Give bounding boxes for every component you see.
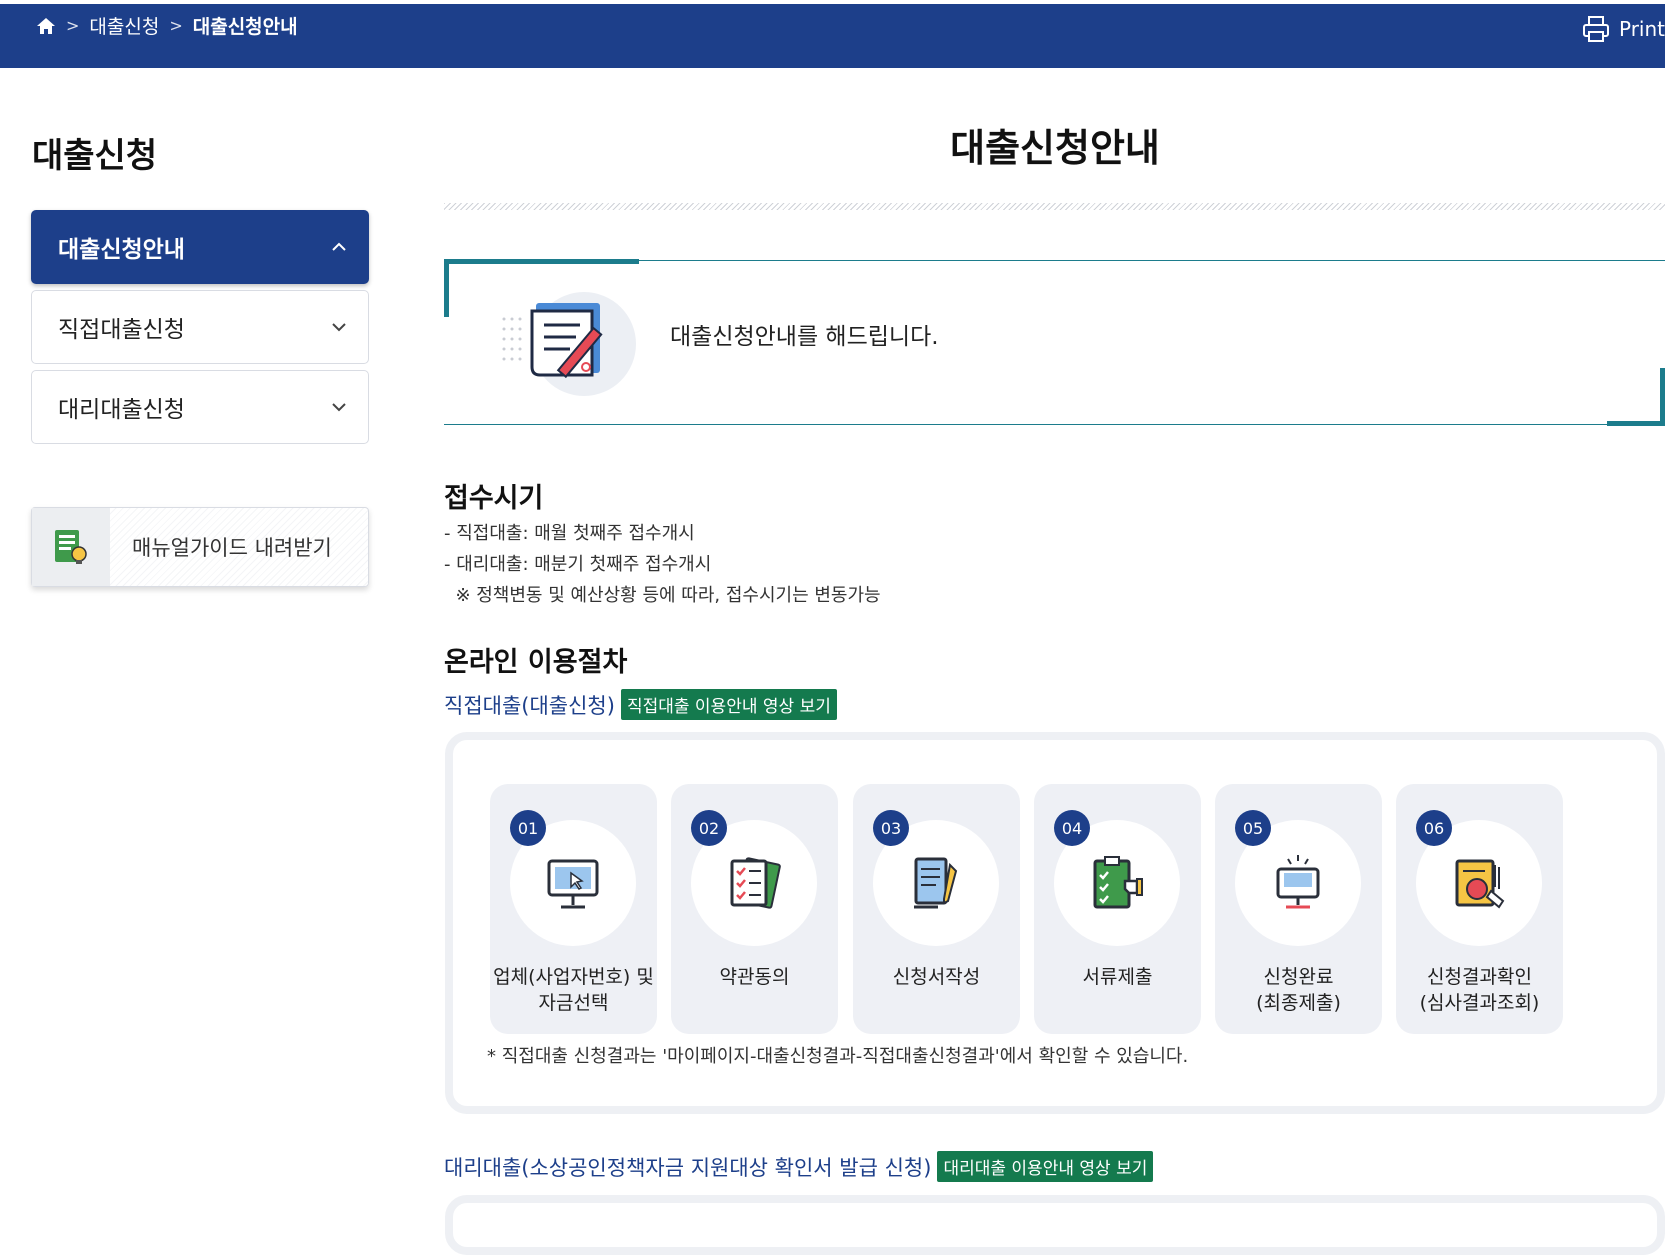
title-divider bbox=[444, 203, 1665, 210]
step-card: 06 신청결과확인 (심사결과조회) bbox=[1396, 784, 1563, 1034]
write-application-icon bbox=[914, 857, 958, 909]
sidebar-title: 대출신청 bbox=[32, 136, 158, 176]
manual-download-button[interactable]: 매뉴얼가이드 내려받기 bbox=[31, 507, 369, 587]
result-check-icon bbox=[1455, 859, 1505, 909]
intro-banner: 대출신청안내를 해드립니다. bbox=[444, 259, 1665, 426]
printer-icon bbox=[1582, 16, 1609, 42]
direct-loan-title: 직접대출(대출신청) bbox=[444, 693, 615, 718]
step-card: 04 서류제출 bbox=[1034, 784, 1201, 1034]
banner-corner bbox=[1660, 368, 1665, 426]
breadcrumb-current[interactable]: 대출신청안내 bbox=[193, 12, 298, 39]
top-bar: > 대출신청 > 대출신청안내 Print bbox=[0, 4, 1665, 68]
chevron-down-icon bbox=[332, 403, 346, 412]
step-label: 업체(사업자번호) 및 자금선택 bbox=[493, 966, 654, 1014]
intro-text: 대출신청안내를 해드립니다. bbox=[670, 324, 939, 350]
sidebar-item-direct-loan[interactable]: 직접대출신청 bbox=[31, 290, 369, 364]
direct-loan-header: 직접대출(대출신청) 직접대출 이용안내 영상 보기 bbox=[444, 689, 837, 720]
procedure-heading: 온라인 이용절차 bbox=[444, 647, 628, 678]
breadcrumb: > 대출신청 > 대출신청안내 bbox=[36, 12, 298, 39]
agent-loan-steps bbox=[445, 1195, 1665, 1255]
sidebar-item-loan-guide[interactable]: 대출신청안내 bbox=[31, 210, 369, 284]
step-number: 03 bbox=[873, 810, 909, 846]
breadcrumb-level1[interactable]: 대출신청 bbox=[89, 12, 159, 39]
step-label: 신청결과확인 (심사결과조회) bbox=[1419, 966, 1540, 1014]
computer-select-icon bbox=[547, 859, 599, 909]
reception-info: - 직접대출: 매월 첫째주 접수개시 - 대리대출: 매분기 첫째주 접수개시… bbox=[444, 518, 881, 611]
step-card: 01 업체(사업자번호) 및 자금선택 bbox=[490, 784, 657, 1034]
step-number: 02 bbox=[691, 810, 727, 846]
step-card: 03 신청서작성 bbox=[853, 784, 1020, 1034]
breadcrumb-separator: > bbox=[169, 16, 183, 35]
step-label: 신청완료 (최종제출) bbox=[1256, 966, 1341, 1014]
step-label: 약관동의 bbox=[719, 966, 790, 988]
print-button[interactable]: Print bbox=[1581, 14, 1665, 44]
breadcrumb-separator: > bbox=[66, 16, 80, 35]
step-card: 05 신청완료 (최종제출) bbox=[1215, 784, 1382, 1034]
application-complete-icon bbox=[1276, 855, 1320, 909]
manual-download-label: 매뉴얼가이드 내려받기 bbox=[132, 536, 332, 560]
sidebar-item-label: 대리대출신청 bbox=[58, 397, 185, 423]
application-document-icon bbox=[502, 292, 636, 396]
step-number: 05 bbox=[1235, 810, 1271, 846]
reception-line: - 대리대출: 매분기 첫째주 접수개시 bbox=[444, 554, 712, 575]
manual-book-icon bbox=[32, 508, 110, 586]
agent-loan-header: 대리대출(소상공인정책자금 지원대상 확인서 발급 신청) 대리대출 이용안내 … bbox=[444, 1151, 1154, 1182]
sidebar-menu: 대출신청안내 직접대출신청 대리대출신청 bbox=[31, 210, 369, 450]
step-label: 서류제출 bbox=[1082, 966, 1153, 988]
banner-corner bbox=[444, 259, 449, 317]
sidebar-item-label: 대출신청안내 bbox=[58, 237, 185, 263]
direct-loan-video-button[interactable]: 직접대출 이용안내 영상 보기 bbox=[620, 689, 837, 720]
agent-loan-video-button[interactable]: 대리대출 이용안내 영상 보기 bbox=[937, 1151, 1154, 1182]
step-number: 04 bbox=[1054, 810, 1090, 846]
direct-loan-steps: 01 업체(사업자번호) 및 자금선택 02 약관동의 03 신청서작성 04 … bbox=[445, 732, 1665, 1114]
reception-line: - 직접대출: 매월 첫째주 접수개시 bbox=[444, 523, 695, 544]
sidebar-item-agent-loan[interactable]: 대리대출신청 bbox=[31, 370, 369, 444]
step-number: 01 bbox=[510, 810, 546, 846]
page-title: 대출신청안내 bbox=[950, 126, 1160, 170]
agent-loan-title: 대리대출(소상공인정책자금 지원대상 확인서 발급 신청) bbox=[444, 1155, 932, 1180]
agreement-documents-icon bbox=[730, 857, 781, 909]
sidebar-item-label: 직접대출신청 bbox=[58, 317, 185, 343]
step-label: 신청서작성 bbox=[892, 966, 981, 988]
reception-heading: 접수시기 bbox=[444, 483, 544, 514]
banner-corner bbox=[444, 259, 639, 264]
reception-line: ※ 정책변동 및 예산상황 등에 따라, 접수시기는 변동가능 bbox=[444, 585, 881, 606]
print-label: Print bbox=[1618, 17, 1665, 41]
step-card: 02 약관동의 bbox=[671, 784, 838, 1034]
submit-documents-icon bbox=[1093, 856, 1143, 909]
banner-corner bbox=[1607, 421, 1665, 426]
chevron-up-icon bbox=[332, 242, 346, 251]
home-icon[interactable] bbox=[36, 16, 56, 36]
step-number: 06 bbox=[1416, 810, 1452, 846]
chevron-down-icon bbox=[332, 323, 346, 332]
direct-loan-note: * 직접대출 신청결과는 '마이페이지-대출신청결과-직접대출신청결과'에서 확… bbox=[487, 1046, 1189, 1067]
